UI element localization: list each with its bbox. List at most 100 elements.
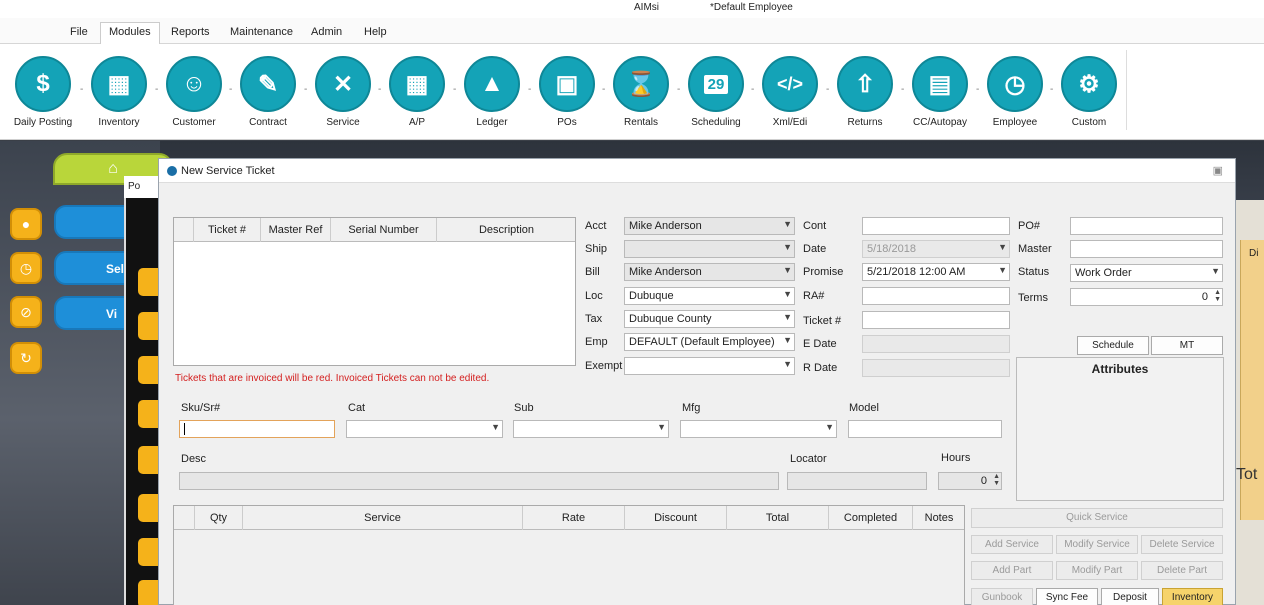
ra-label: RA#: [803, 290, 825, 302]
model-label: Model: [849, 402, 879, 414]
loc-select[interactable]: Dubuque ▼: [624, 287, 795, 305]
menu-reports[interactable]: Reports: [163, 23, 218, 43]
ribbon-separator: -: [1050, 84, 1054, 95]
ra-input[interactable]: [862, 287, 1010, 305]
window-titlebar: AIMsi *Default Employee: [0, 0, 1264, 18]
acct-select[interactable]: Mike Anderson ▼: [624, 217, 795, 235]
module-service[interactable]: ✕ Service: [308, 56, 378, 128]
menu-file[interactable]: File: [62, 23, 96, 43]
timer-icon[interactable]: ◷: [10, 252, 42, 284]
module-label: Customer: [172, 117, 216, 128]
col-service[interactable]: Service: [242, 506, 522, 530]
mfg-select[interactable]: ▼: [680, 420, 837, 438]
ribbon-separator: -: [378, 84, 382, 95]
col-discount[interactable]: Discount: [624, 506, 726, 530]
col-notes[interactable]: Notes: [912, 506, 965, 530]
money-bag-icon[interactable]: ●: [10, 208, 42, 240]
ship-select[interactable]: ▼: [624, 240, 795, 258]
desc-input[interactable]: [179, 472, 779, 490]
exempt-select[interactable]: ▼: [624, 357, 795, 375]
menu-maintenance[interactable]: Maintenance: [222, 23, 301, 43]
modify-part-button[interactable]: Modify Part: [1056, 561, 1138, 580]
tax-value: Dubuque County: [629, 313, 712, 325]
delete-part-button[interactable]: Delete Part: [1141, 561, 1223, 580]
acct-label: Acct: [585, 220, 607, 232]
menu-modules[interactable]: Modules: [100, 22, 160, 45]
module-rentals[interactable]: ⌛ Rentals: [606, 56, 676, 128]
emp-select[interactable]: DEFAULT (Default Employee) ▼: [624, 333, 795, 351]
module-pos[interactable]: ▣ POs: [532, 56, 602, 128]
service-grid[interactable]: Qty Service Rate Discount Total Complete…: [173, 505, 965, 605]
module-label: Daily Posting: [13, 117, 73, 128]
chevron-down-icon: ▼: [783, 289, 792, 299]
ribbon-separator: -: [826, 84, 830, 95]
chevron-down-icon: ▼: [491, 422, 500, 432]
spinner-arrows-icon[interactable]: ▲ ▼: [1214, 289, 1221, 303]
calculator-icon: ▦: [389, 56, 445, 112]
bill-select[interactable]: Mike Anderson ▼: [624, 263, 795, 281]
sku-input[interactable]: [179, 420, 335, 438]
sub-select[interactable]: ▼: [513, 420, 669, 438]
module-inventory[interactable]: ▦ Inventory: [84, 56, 154, 128]
module-contract[interactable]: ✎ Contract: [233, 56, 303, 128]
hours-stepper[interactable]: 0 ▲ ▼: [938, 472, 1002, 490]
cont-input[interactable]: [862, 217, 1010, 235]
module-label: Ledger: [476, 117, 508, 128]
gunbook-button[interactable]: Gunbook: [971, 588, 1033, 605]
schedule-button[interactable]: Schedule: [1077, 336, 1149, 355]
ticket-grid[interactable]: Ticket # Master Ref Serial Number Descri…: [173, 217, 576, 366]
master-input[interactable]: [1070, 240, 1223, 258]
delete-service-button[interactable]: Delete Service: [1141, 535, 1223, 554]
status-select[interactable]: Work Order ▼: [1070, 264, 1223, 282]
module-custom[interactable]: ⚙ Custom: [1054, 56, 1124, 128]
model-input[interactable]: [848, 420, 1002, 438]
tax-select[interactable]: Dubuque County ▼: [624, 310, 795, 328]
module-scheduling[interactable]: 29 Scheduling: [681, 56, 751, 128]
module-daily-posting[interactable]: $ Daily Posting: [8, 56, 78, 128]
no-entry-icon[interactable]: ⊘: [10, 296, 42, 328]
col-qty[interactable]: Qty: [194, 506, 242, 530]
sync-fee-button[interactable]: Sync Fee: [1036, 588, 1098, 605]
menu-admin[interactable]: Admin: [303, 23, 350, 43]
col-master-ref[interactable]: Master Ref: [260, 218, 330, 242]
module-cc-autopay[interactable]: ▤ CC/Autopay: [905, 56, 975, 128]
date-picker[interactable]: 5/18/2018 ▼: [862, 240, 1010, 258]
chevron-down-icon: ▼: [783, 219, 792, 229]
module-xml-edi[interactable]: </> Xml/Edi: [755, 56, 825, 128]
po-input[interactable]: [1070, 217, 1223, 235]
refresh-icon[interactable]: ↻: [10, 342, 42, 374]
module-ap[interactable]: ▦ A/P: [382, 56, 452, 128]
cat-select[interactable]: ▼: [346, 420, 503, 438]
module-returns[interactable]: ⇧ Returns: [830, 56, 900, 128]
mt-button[interactable]: MT: [1151, 336, 1223, 355]
module-customer[interactable]: ☺ Customer: [159, 56, 229, 128]
modify-service-button[interactable]: Modify Service: [1056, 535, 1138, 554]
col-serial-number[interactable]: Serial Number: [330, 218, 436, 242]
restore-icon[interactable]: ▣: [1213, 164, 1223, 177]
ticket-number-input[interactable]: [862, 311, 1010, 329]
promise-picker[interactable]: 5/21/2018 12:00 AM ▼: [862, 263, 1010, 281]
quick-service-button[interactable]: Quick Service: [971, 508, 1223, 528]
col-description[interactable]: Description: [436, 218, 576, 242]
inventory-button[interactable]: Inventory: [1162, 588, 1223, 605]
add-part-label: Add Part: [992, 565, 1032, 576]
locator-input[interactable]: [787, 472, 927, 490]
col-completed[interactable]: Completed: [828, 506, 912, 530]
module-employee[interactable]: ◷ Employee: [980, 56, 1050, 128]
ribbon-separator: -: [602, 84, 606, 95]
sku-label: Sku/Sr#: [181, 402, 221, 414]
ribbon-separator: -: [528, 84, 532, 95]
module-ledger[interactable]: ▲ Ledger: [457, 56, 527, 128]
attributes-title: Attributes: [1091, 362, 1149, 376]
add-service-button[interactable]: Add Service: [971, 535, 1053, 554]
add-part-button[interactable]: Add Part: [971, 561, 1053, 580]
col-ticket-number[interactable]: Ticket #: [193, 218, 260, 242]
terms-stepper[interactable]: 0 ▲ ▼: [1070, 288, 1223, 306]
deposit-button[interactable]: Deposit: [1101, 588, 1159, 605]
edate-input: [862, 335, 1010, 353]
col-rate[interactable]: Rate: [522, 506, 624, 530]
menu-help[interactable]: Help: [356, 23, 395, 43]
edate-label: E Date: [803, 338, 837, 350]
col-total[interactable]: Total: [726, 506, 828, 530]
spinner-arrows-icon[interactable]: ▲ ▼: [993, 473, 1000, 487]
